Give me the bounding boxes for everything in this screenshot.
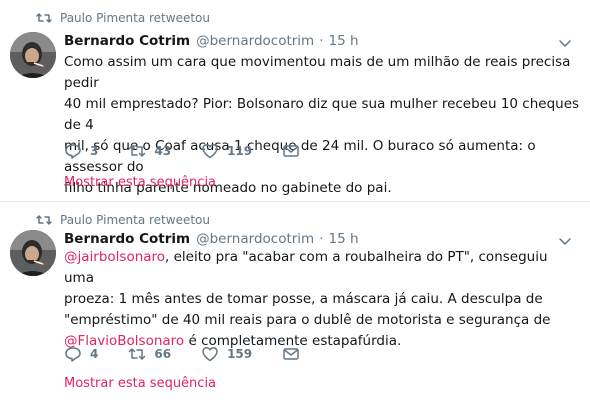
retweet-count: 43: [154, 144, 172, 158]
tweet[interactable]: Paulo Pimenta retweetou Bernardo Cotrim …: [0, 0, 590, 201]
timestamp[interactable]: 15 h: [329, 231, 359, 247]
user-handle[interactable]: @bernardocotrim: [196, 231, 314, 247]
reply-count: 4: [90, 347, 99, 361]
retweet-count: 66: [154, 347, 172, 361]
avatar-photo: [10, 32, 56, 78]
timeline: Paulo Pimenta retweetou Bernardo Cotrim …: [0, 0, 590, 402]
chevron-down-icon[interactable]: [558, 38, 572, 48]
avatar[interactable]: [10, 230, 56, 276]
avatar-photo: [10, 230, 56, 276]
display-name[interactable]: Bernardo Cotrim: [64, 33, 190, 49]
retweet-button[interactable]: 66: [128, 346, 171, 362]
timestamp[interactable]: 15 h: [329, 33, 359, 49]
like-button[interactable]: 159: [201, 346, 252, 362]
show-thread-link[interactable]: Mostrar esta sequência: [64, 376, 216, 391]
chevron-down-icon[interactable]: [558, 236, 572, 246]
tweet-text-line: @jairbolsonaro, eleito pra "acabar com a…: [64, 247, 580, 289]
retweeted-by-label: Paulo Pimenta retweetou: [60, 11, 210, 25]
tweet-text-line: Como assim um cara que movimentou mais d…: [64, 54, 571, 91]
display-name[interactable]: Bernardo Cotrim: [64, 231, 190, 247]
envelope-icon: [283, 348, 299, 360]
user-handle[interactable]: @bernardocotrim: [196, 33, 314, 49]
reply-count: 3: [90, 144, 99, 158]
reply-icon: [65, 144, 81, 159]
retweeted-by-label: Paulo Pimenta retweetou: [60, 213, 210, 227]
separator-dot: ·: [319, 33, 324, 49]
retweet-icon: [36, 13, 52, 23]
direct-message-button[interactable]: [282, 143, 308, 159]
tweet-header: Bernardo Cotrim @bernardocotrim · 15 h: [64, 33, 359, 51]
envelope-icon: [283, 145, 299, 157]
retweet-button[interactable]: 43: [128, 143, 171, 159]
tweet[interactable]: Paulo Pimenta retweetou Bernardo Cotrim …: [0, 201, 590, 402]
show-thread-link[interactable]: Mostrar esta sequência: [64, 175, 216, 190]
like-count: 159: [227, 347, 253, 361]
reply-button[interactable]: 3: [64, 143, 98, 159]
tweet-text-line: "empréstimo" de 40 mil reais para o dubl…: [64, 312, 551, 328]
retweet-icon: [129, 145, 146, 157]
reply-icon: [65, 347, 81, 362]
tweet-actions: 3 43 119: [64, 143, 338, 159]
retweet-icon: [129, 348, 146, 360]
reply-button[interactable]: 4: [64, 346, 98, 362]
like-button[interactable]: 119: [201, 143, 252, 159]
tweet-text: @jairbolsonaro, eleito pra "acabar com a…: [64, 247, 580, 352]
tweet-text-line: 40 mil emprestado? Pior: Bolsonaro diz q…: [64, 96, 580, 133]
retweet-icon: [36, 215, 52, 225]
retweet-context[interactable]: Paulo Pimenta retweetou: [36, 211, 210, 229]
avatar[interactable]: [10, 32, 56, 78]
heart-icon: [202, 144, 218, 159]
like-count: 119: [227, 144, 253, 158]
mention-link[interactable]: @jairbolsonaro: [64, 249, 165, 265]
tweet-actions: 4 66 159: [64, 346, 338, 362]
separator-dot: ·: [319, 231, 324, 247]
tweet-text-line: proeza: 1 mês antes de tomar posse, a má…: [64, 291, 543, 307]
retweet-context[interactable]: Paulo Pimenta retweetou: [36, 9, 210, 27]
direct-message-button[interactable]: [282, 346, 308, 362]
heart-icon: [202, 347, 218, 362]
